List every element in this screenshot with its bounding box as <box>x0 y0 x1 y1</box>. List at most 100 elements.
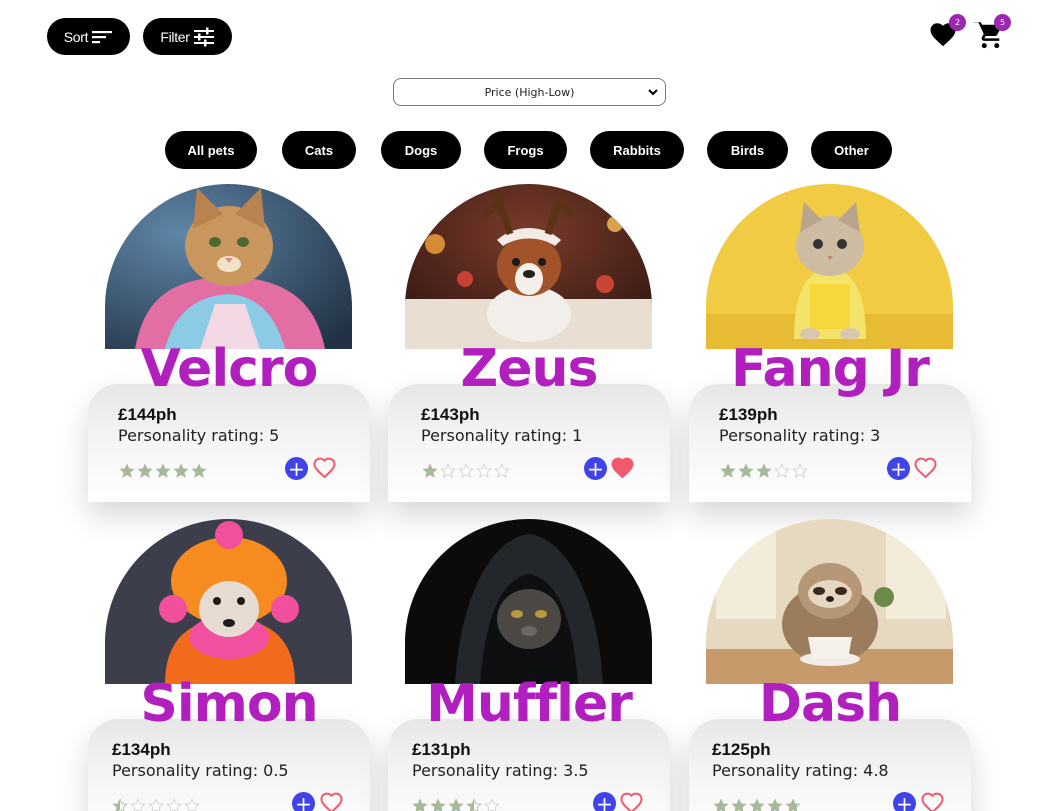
pet-card[interactable]: Zeus £143ph Personality rating: 1 + <box>388 184 673 502</box>
pet-card[interactable]: Velcro £144ph Personality rating: 5 + <box>88 184 373 502</box>
pet-rating-text: Personality rating: 1 <box>421 426 583 445</box>
wishlist-count-badge: 2 <box>949 14 966 31</box>
pet-rating-text: Personality rating: 5 <box>118 426 280 445</box>
add-to-cart-button[interactable]: + <box>593 792 616 811</box>
pet-rating-text: Personality rating: 3 <box>719 426 881 445</box>
pet-price: £125ph <box>712 740 771 759</box>
star-icon <box>173 463 189 478</box>
cart-button[interactable]: 5 <box>973 14 1011 50</box>
sort-button[interactable]: Sort <box>47 18 130 55</box>
pet-name: Dash <box>758 674 902 734</box>
pet-price: £134ph <box>112 740 171 759</box>
pet-card[interactable]: Fang Jr £139ph Personality rating: 3 + <box>689 184 974 502</box>
favourite-heart-icon[interactable] <box>312 456 337 480</box>
star-icon <box>440 463 456 478</box>
star-icon <box>749 798 765 811</box>
favourite-heart-icon[interactable] <box>920 791 945 811</box>
star-icon <box>792 463 808 478</box>
star-icon <box>713 798 729 811</box>
star-icon <box>137 463 153 478</box>
star-icon <box>422 463 438 478</box>
pet-card[interactable]: Muffler £131ph Personality rating: 3.5 + <box>388 519 673 811</box>
filter-label: Filter <box>160 28 190 45</box>
star-icon <box>166 798 182 811</box>
add-to-cart-button[interactable]: + <box>887 457 910 480</box>
star-icon <box>119 463 135 478</box>
star-icon <box>476 463 492 478</box>
plus-icon: + <box>288 456 305 481</box>
category-frogs[interactable]: Frogs <box>484 131 567 169</box>
pet-name: Simon <box>140 674 318 734</box>
pet-rating-text: Personality rating: 0.5 <box>112 761 289 780</box>
star-icon <box>756 463 772 478</box>
star-icon <box>767 798 783 811</box>
pet-photo <box>405 184 652 349</box>
pet-photo <box>105 184 352 349</box>
pet-name: Fang Jr <box>731 339 930 399</box>
sliders-icon <box>193 27 214 46</box>
pet-price: £139ph <box>719 405 778 424</box>
star-icon <box>458 463 474 478</box>
cart-count-badge: 5 <box>994 14 1011 31</box>
pet-name: Muffler <box>426 674 633 734</box>
pet-photo <box>706 184 953 349</box>
star-icon <box>130 798 146 811</box>
category-birds[interactable]: Birds <box>707 131 788 169</box>
plus-icon: + <box>896 791 913 811</box>
plus-icon: + <box>596 791 613 811</box>
pet-card[interactable]: Dash £125ph Personality rating: 4.8 + <box>689 519 974 811</box>
favourite-heart-icon[interactable] <box>913 456 938 480</box>
category-rabbits[interactable]: Rabbits <box>590 131 684 169</box>
filter-button[interactable]: Filter <box>143 18 232 55</box>
favourite-heart-icon[interactable] <box>319 791 344 811</box>
star-rating <box>412 798 500 811</box>
plus-icon: + <box>890 456 907 481</box>
star-icon <box>155 463 171 478</box>
star-icon <box>466 798 482 811</box>
pet-name: Zeus <box>460 339 599 399</box>
pet-price: £144ph <box>118 405 177 424</box>
add-to-cart-button[interactable]: + <box>285 457 308 480</box>
star-icon <box>430 798 446 811</box>
add-to-cart-button[interactable]: + <box>893 792 916 811</box>
category-other[interactable]: Other <box>811 131 892 169</box>
pet-photo <box>105 519 352 684</box>
pet-price: £131ph <box>412 740 471 759</box>
star-icon <box>148 798 164 811</box>
add-to-cart-button[interactable]: + <box>584 457 607 480</box>
pet-rating-text: Personality rating: 3.5 <box>412 761 589 780</box>
star-icon <box>184 798 200 811</box>
pet-rating-text: Personality rating: 4.8 <box>712 761 889 780</box>
favourite-heart-icon[interactable] <box>619 791 644 811</box>
add-to-cart-button[interactable]: + <box>292 792 315 811</box>
star-icon <box>191 463 207 478</box>
plus-icon: + <box>295 791 312 811</box>
star-icon <box>731 798 747 811</box>
favourite-heart-icon[interactable] <box>610 456 635 480</box>
category-all-pets[interactable]: All pets <box>165 131 257 169</box>
star-rating <box>422 463 510 479</box>
category-dogs[interactable]: Dogs <box>381 131 461 169</box>
wishlist-button[interactable]: 2 <box>928 14 966 50</box>
sort-icon <box>92 30 113 43</box>
star-rating <box>112 798 200 811</box>
star-icon <box>785 798 801 811</box>
category-cats[interactable]: Cats <box>282 131 356 169</box>
star-rating <box>720 463 808 479</box>
star-icon <box>412 798 428 811</box>
sort-select-value: Price (High-Low) <box>484 85 575 99</box>
sort-label: Sort <box>63 28 89 45</box>
star-icon <box>738 463 754 478</box>
sort-select[interactable]: Price (High-Low) <box>393 78 666 106</box>
pet-photo <box>405 519 652 684</box>
star-icon <box>774 463 790 478</box>
pet-photo <box>706 519 953 684</box>
star-icon <box>720 463 736 478</box>
star-icon <box>448 798 464 811</box>
pet-card[interactable]: Simon £134ph Personality rating: 0.5 + <box>88 519 373 811</box>
star-icon <box>484 798 500 811</box>
chevron-down-icon <box>648 89 658 96</box>
pet-name: Velcro <box>140 339 319 399</box>
star-rating <box>119 463 207 479</box>
star-icon <box>494 463 510 478</box>
